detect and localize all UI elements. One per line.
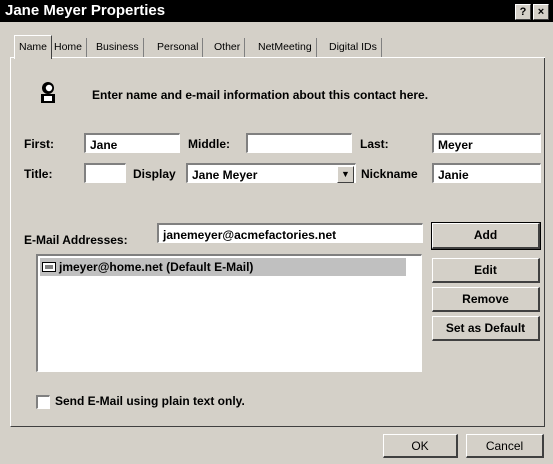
title-field[interactable] <box>84 163 126 183</box>
cancel-button[interactable]: Cancel <box>466 434 544 458</box>
envelope-icon <box>42 262 56 272</box>
tab-name[interactable]: Name <box>14 35 53 59</box>
contact-card-icon <box>41 82 55 103</box>
first-name-field[interactable]: Jane <box>84 133 180 153</box>
edit-button[interactable]: Edit <box>432 258 540 283</box>
instruction-text: Enter name and e-mail information about … <box>92 88 429 102</box>
close-button[interactable]: × <box>533 4 549 20</box>
tab-netmeeting[interactable]: NetMeeting <box>254 38 317 57</box>
nickname-label: Nickname <box>361 167 418 181</box>
display-name-value: Jane Meyer <box>192 168 258 182</box>
tab-other[interactable]: Other <box>210 38 246 57</box>
window-title: Jane Meyer Properties <box>5 2 166 19</box>
email-list-entry: jmeyer@home.net (Default E-Mail) <box>59 260 254 274</box>
last-name-field[interactable]: Meyer <box>432 133 541 153</box>
ok-button[interactable]: OK <box>383 434 458 458</box>
last-label: Last: <box>360 137 389 151</box>
display-name-combo[interactable]: Jane Meyer ▼ <box>186 163 356 183</box>
email-input[interactable]: janemeyer@acmefactories.net <box>157 223 423 243</box>
middle-name-field[interactable] <box>246 133 352 153</box>
tab-home[interactable]: Home <box>50 38 88 57</box>
display-label: Display <box>133 167 176 181</box>
nickname-field[interactable]: Janie <box>432 163 541 183</box>
help-button[interactable]: ? <box>515 4 531 20</box>
tab-personal[interactable]: Personal <box>153 38 204 57</box>
tab-business[interactable]: Business <box>92 38 144 57</box>
plain-text-checkbox[interactable] <box>36 395 50 409</box>
email-addresses-label: E-Mail Addresses: <box>24 233 128 247</box>
tab-digital-ids[interactable]: Digital IDs <box>325 38 382 57</box>
add-button[interactable]: Add <box>431 222 541 250</box>
first-label: First: <box>24 137 54 151</box>
title-label: Title: <box>24 167 53 181</box>
title-bar: Jane Meyer Properties ? × <box>0 0 553 22</box>
dropdown-arrow-icon[interactable]: ▼ <box>337 166 354 183</box>
middle-label: Middle: <box>188 137 230 151</box>
plain-text-label: Send E-Mail using plain text only. <box>55 394 245 408</box>
set-as-default-button[interactable]: Set as Default <box>432 316 540 341</box>
email-list[interactable]: jmeyer@home.net (Default E-Mail) <box>36 254 422 372</box>
list-item[interactable]: jmeyer@home.net (Default E-Mail) <box>40 258 406 276</box>
remove-button[interactable]: Remove <box>432 287 540 312</box>
